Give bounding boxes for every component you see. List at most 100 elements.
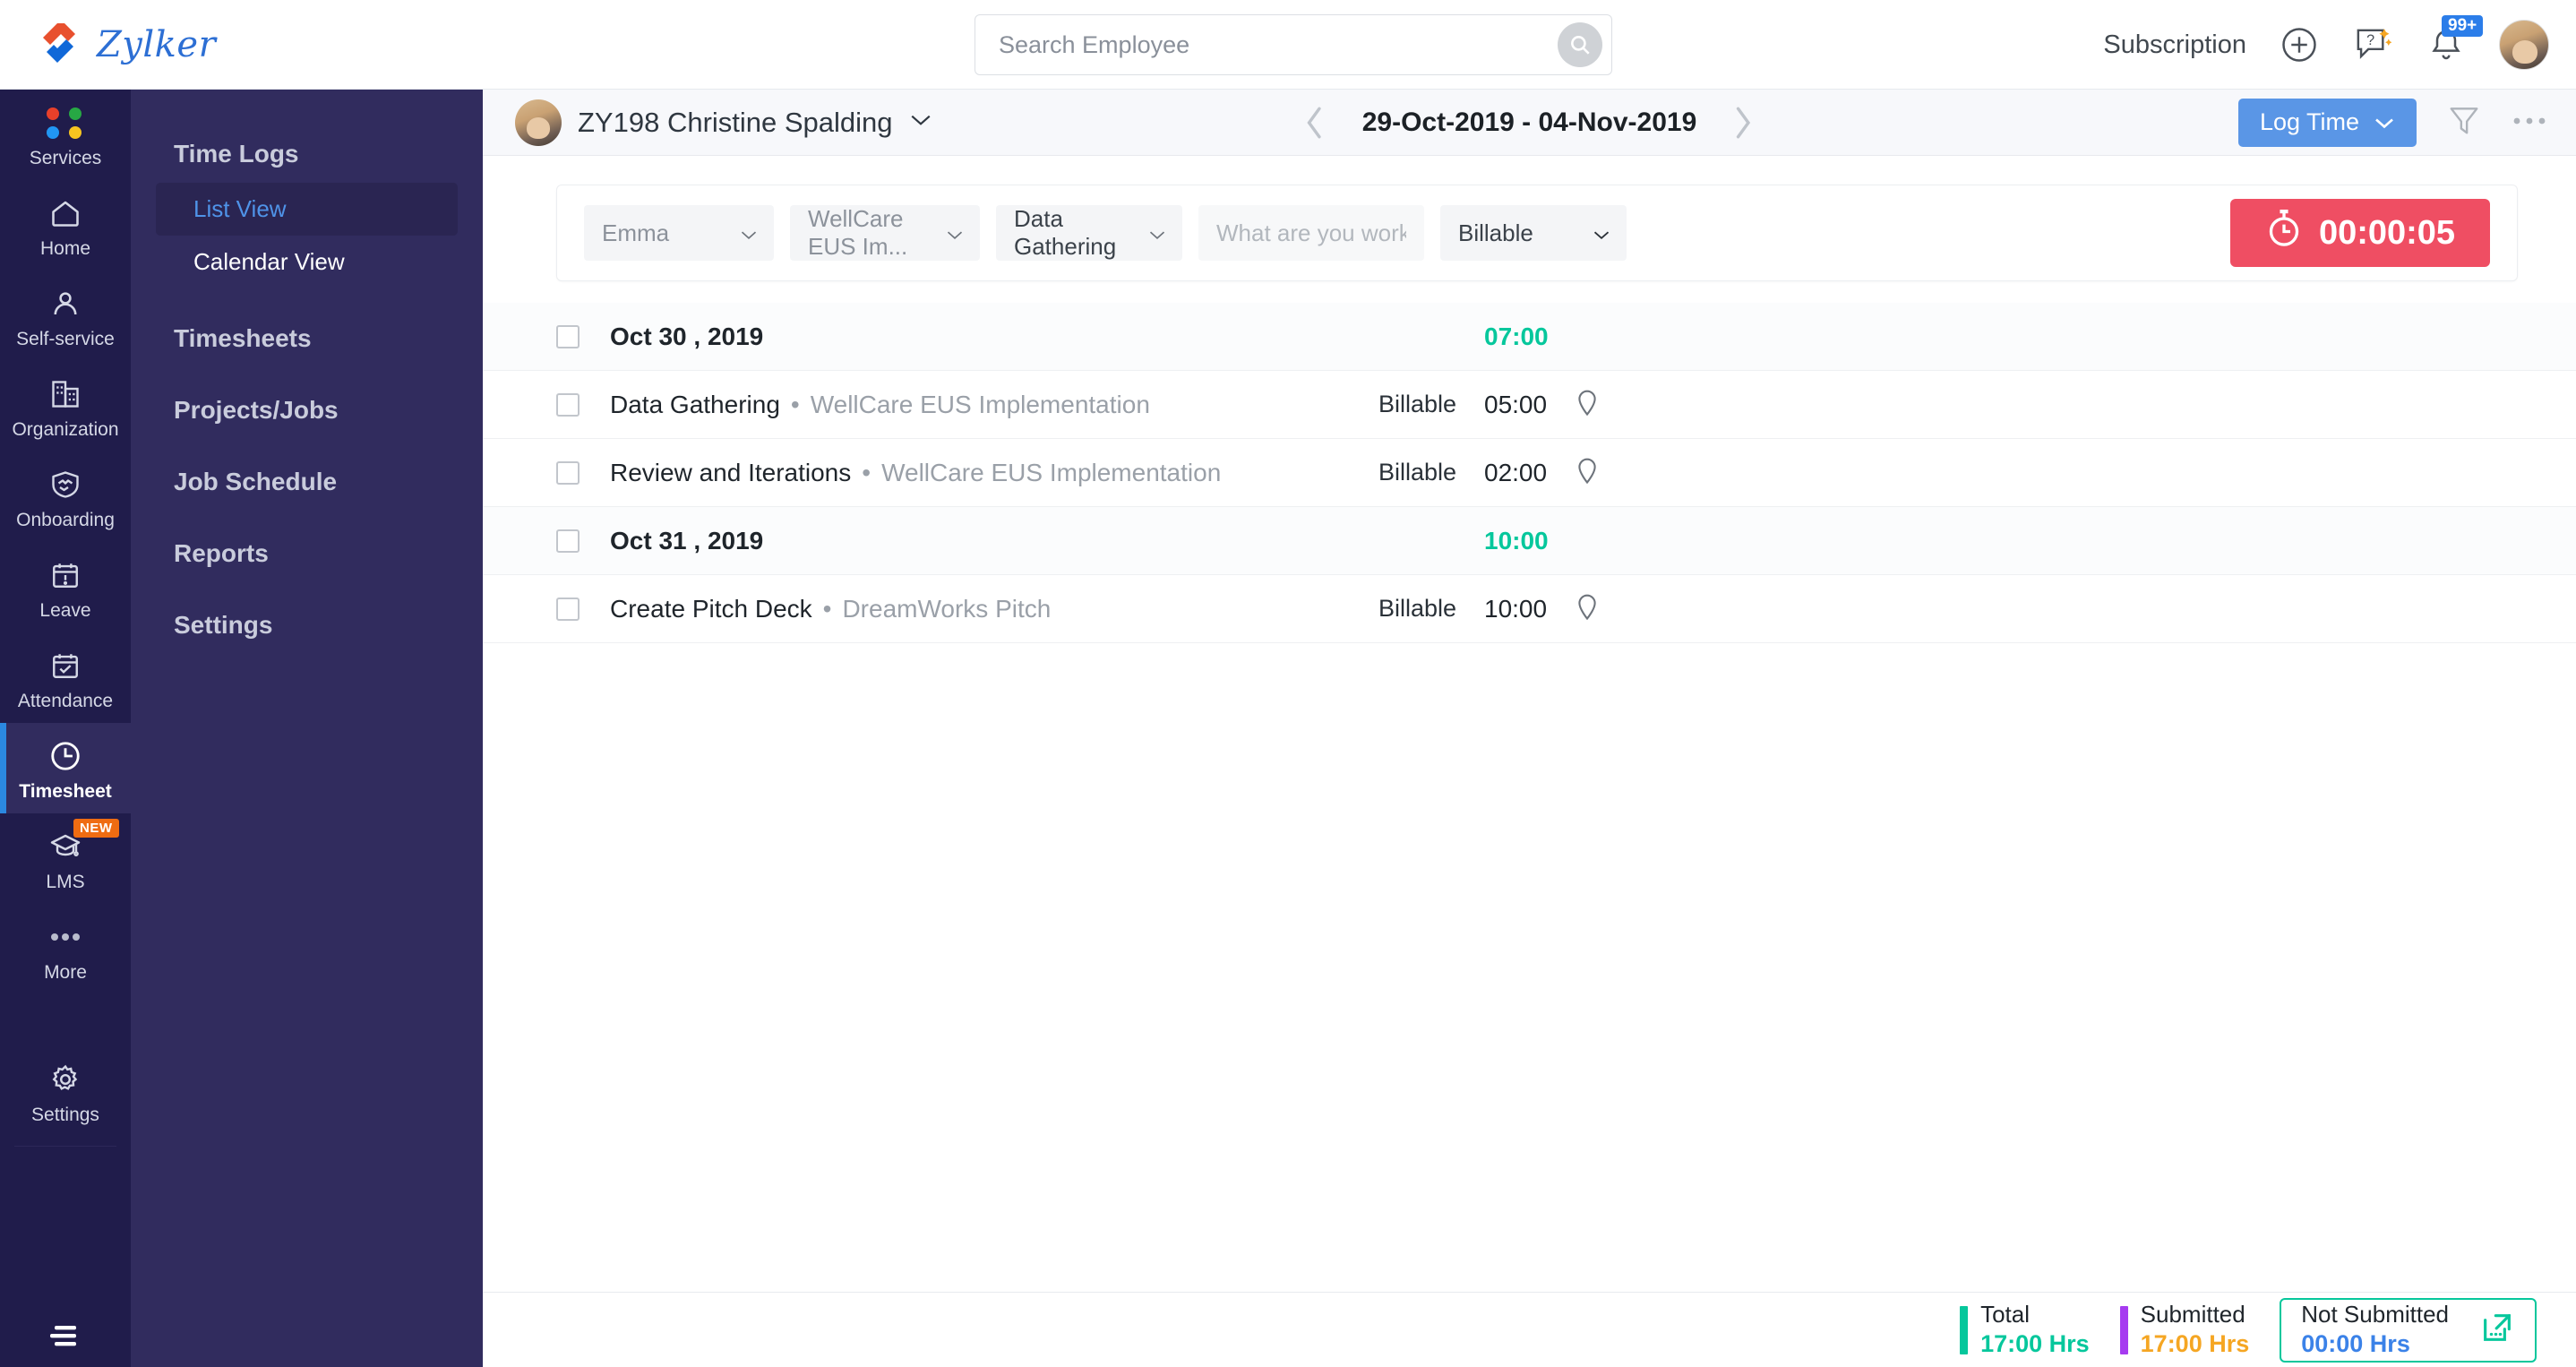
sidebar-item-label: Home — [39, 238, 91, 259]
timer-billable-select[interactable]: Billable — [1440, 205, 1627, 261]
sidebar-item-label: Settings — [31, 1105, 99, 1125]
sidebar-item-self-service[interactable]: Self-service — [0, 271, 131, 361]
location-pin-icon[interactable] — [1576, 388, 1599, 421]
sidebar-item-label: Self-service — [16, 329, 115, 349]
top-bar: Zylker Subscription ? — [0, 0, 2576, 90]
content-header: ZY198 Christine Spalding 29-Oct-2019 - 0… — [483, 90, 2576, 156]
clock-icon — [0, 737, 131, 775]
stopwatch-icon — [2265, 208, 2303, 258]
date-range-nav: 29-Oct-2019 - 04-Nov-2019 — [1303, 106, 1756, 140]
start-timer-button[interactable]: 00:00:05 — [2230, 199, 2490, 267]
submitted-value: 17:00 Hrs — [2140, 1329, 2250, 1357]
subnav-item-projects-jobs[interactable]: Projects/Jobs — [131, 396, 483, 425]
subnav-item-calendar-view[interactable]: Calendar View — [156, 236, 458, 288]
avatar[interactable] — [2499, 20, 2549, 70]
search-bar[interactable] — [975, 14, 1612, 75]
row-hours: 07:00 — [1484, 322, 1549, 350]
table-row[interactable]: Oct 31 , 2019 10:00 — [483, 507, 2576, 575]
timer-billable-value: Billable — [1458, 219, 1533, 246]
timer-project-select[interactable]: WellCare EUS Im... — [790, 205, 980, 261]
sidebar-item-attendance[interactable]: Attendance — [0, 632, 131, 723]
row-checkbox[interactable] — [556, 324, 580, 348]
home-icon — [0, 194, 131, 232]
subnav-item-list-view[interactable]: List View — [156, 183, 458, 236]
timer-description-input[interactable] — [1198, 205, 1424, 261]
person-icon — [0, 285, 131, 322]
employee-name: ZY198 Christine Spalding — [578, 106, 893, 138]
main-content: ZY198 Christine Spalding 29-Oct-2019 - 0… — [483, 90, 2576, 1367]
subnav-item-settings[interactable]: Settings — [131, 611, 483, 640]
subnav-title-time-logs[interactable]: Time Logs — [131, 140, 483, 168]
sidebar-item-services[interactable]: Services — [0, 90, 131, 180]
sidebar-item-label: More — [44, 962, 87, 983]
table-row[interactable]: Data Gathering • WellCare EUS Implementa… — [483, 371, 2576, 439]
employee-selector[interactable]: ZY198 Christine Spalding — [515, 99, 932, 146]
brand-logo[interactable]: Zylker — [34, 20, 216, 70]
timer-project-value: WellCare EUS Im... — [808, 205, 908, 260]
table-row[interactable]: Oct 30 , 2019 07:00 — [483, 303, 2576, 371]
subscription-link[interactable]: Subscription — [2103, 30, 2246, 60]
table-row[interactable]: Create Pitch Deck • DreamWorks Pitch Bil… — [483, 575, 2576, 643]
sidebar-item-more[interactable]: More — [0, 904, 131, 994]
log-time-button[interactable]: Log Time — [2237, 98, 2417, 147]
top-bar-actions: Subscription ? 99+ — [2103, 0, 2549, 90]
sidebar-item-onboarding[interactable]: Onboarding — [0, 451, 131, 542]
not-submitted-button[interactable]: Not Submitted 00:00 Hrs — [2280, 1297, 2537, 1363]
row-checkbox[interactable] — [556, 392, 580, 417]
location-pin-icon[interactable] — [1576, 592, 1599, 625]
chevron-right-icon[interactable] — [1732, 106, 1756, 140]
ellipsis-icon — [0, 918, 131, 956]
chevron-down-icon — [1148, 219, 1166, 247]
search-input[interactable] — [999, 30, 1558, 59]
subnav-group-time-logs: Time Logs List View Calendar View — [131, 140, 483, 288]
search-icon[interactable] — [1558, 22, 1602, 67]
sidebar-item-organization[interactable]: Organization — [0, 361, 131, 451]
sidebar-item-label: Timesheet — [19, 781, 112, 802]
row-billable: Billable — [1378, 459, 1457, 486]
timer-user-select[interactable]: Emma — [584, 205, 774, 261]
location-pin-icon[interactable] — [1576, 456, 1599, 489]
sidebar-item-label: Leave — [39, 600, 91, 621]
row-project: WellCare EUS Implementation — [881, 458, 1222, 486]
sidebar-item-settings[interactable]: Settings — [0, 1046, 131, 1137]
row-checkbox[interactable] — [556, 529, 580, 553]
plus-circle-icon[interactable] — [2279, 24, 2320, 65]
help-chat-icon[interactable]: ? — [2352, 24, 2393, 65]
row-checkbox[interactable] — [556, 597, 580, 621]
external-submit-icon[interactable] — [2479, 1310, 2515, 1350]
sidebar-item-leave[interactable]: Leave — [0, 542, 131, 632]
row-hours: 02:00 — [1484, 458, 1548, 486]
sidebar-item-label: Onboarding — [16, 510, 115, 530]
timer-job-value: Data Gathering — [1014, 205, 1117, 260]
funnel-filter-icon[interactable] — [2447, 103, 2481, 142]
summary-footer: Total 17:00 Hrs Submitted 17:00 Hrs Not … — [483, 1292, 2576, 1367]
table-row[interactable]: Review and Iterations • WellCare EUS Imp… — [483, 439, 2576, 507]
sidebar-item-label: Attendance — [17, 691, 114, 711]
chevron-down-icon — [2374, 108, 2395, 136]
row-hours: 05:00 — [1484, 390, 1548, 418]
time-log-list: Oct 30 , 2019 07:00 Data Gathering • Wel… — [483, 303, 2576, 643]
sidebar-item-lms[interactable]: NEW LMS — [0, 813, 131, 904]
row-hours: 10:00 — [1484, 526, 1549, 555]
row-project: DreamWorks Pitch — [842, 594, 1052, 623]
row-job: Data Gathering — [610, 390, 780, 418]
content-header-actions: Log Time — [2237, 98, 2547, 147]
submitted-label: Submitted — [2140, 1301, 2245, 1328]
row-checkbox[interactable] — [556, 460, 580, 485]
row-job: Create Pitch Deck — [610, 594, 812, 623]
sidebar-item-home[interactable]: Home — [0, 180, 131, 271]
subnav-item-reports[interactable]: Reports — [131, 539, 483, 568]
buildings-icon — [0, 375, 131, 413]
ellipsis-icon[interactable] — [2512, 115, 2547, 131]
secondary-sidebar: Time Logs List View Calendar View Timesh… — [131, 90, 483, 1367]
hamburger-icon[interactable] — [0, 1322, 131, 1349]
not-submitted-label: Not Submitted — [2301, 1301, 2449, 1328]
sidebar-item-timesheet[interactable]: Timesheet — [0, 723, 131, 813]
row-billable: Billable — [1378, 391, 1457, 417]
chevron-left-icon[interactable] — [1303, 106, 1327, 140]
bell-icon[interactable]: 99+ — [2426, 15, 2484, 65]
subnav-item-timesheets[interactable]: Timesheets — [131, 324, 483, 353]
timer-job-select[interactable]: Data Gathering — [996, 205, 1182, 261]
total-bar — [1960, 1305, 1969, 1354]
subnav-item-job-schedule[interactable]: Job Schedule — [131, 468, 483, 496]
